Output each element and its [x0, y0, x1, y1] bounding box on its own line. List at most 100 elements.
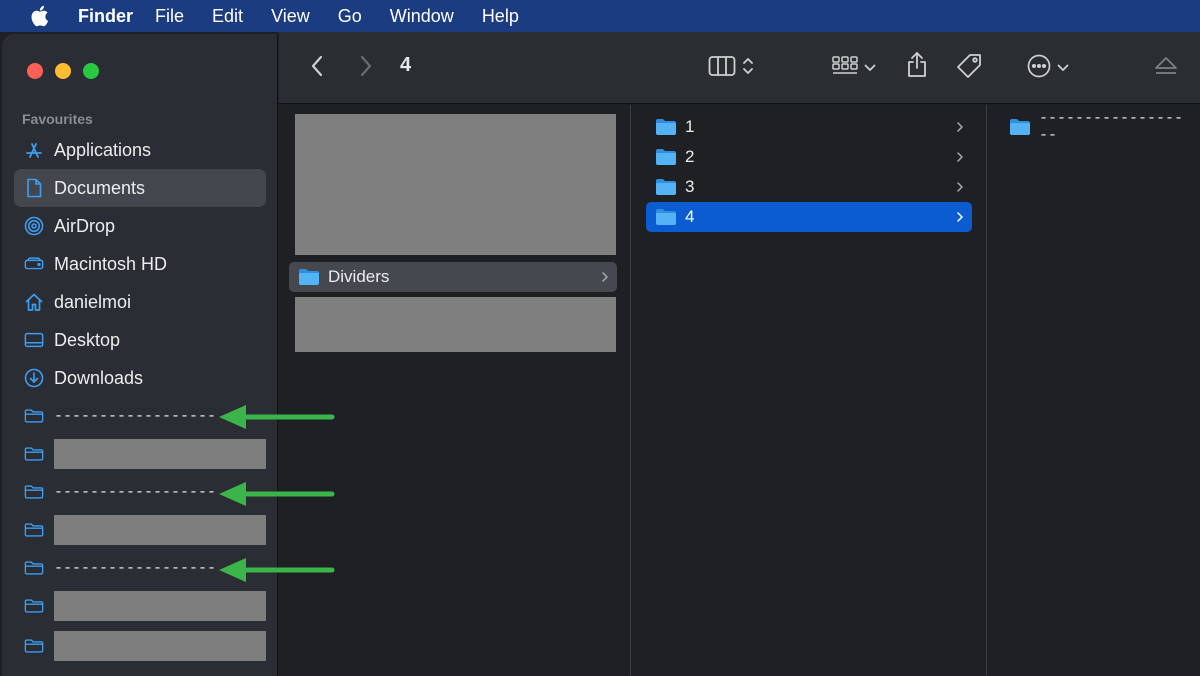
folder-icon [655, 118, 677, 136]
sidebar-item-label: ------------------ [54, 483, 217, 501]
more-actions-button[interactable] [1023, 54, 1073, 82]
applications-icon [24, 140, 44, 160]
sidebar-item-downloads[interactable]: Downloads [14, 359, 266, 397]
folder-row-dividers[interactable]: Dividers [289, 262, 617, 292]
menu-file[interactable]: File [155, 0, 198, 32]
folder-icon [24, 558, 44, 578]
sidebar-item-redacted[interactable] [14, 511, 266, 549]
ellipsis-circle-icon [1027, 54, 1051, 83]
chevron-right-icon [601, 269, 609, 289]
folder-label: ------------------ [1039, 110, 1184, 144]
sidebar-item-redacted[interactable] [14, 587, 266, 625]
toolbar: 4 [279, 32, 1200, 104]
window-title: 4 [400, 54, 412, 76]
group-button[interactable] [829, 54, 879, 82]
sidebar-item-label: ------------------ [54, 559, 217, 577]
sidebar-item-redacted[interactable] [14, 627, 266, 665]
annotation-arrow-3 [219, 558, 335, 582]
sidebar-item-label: Downloads [54, 367, 144, 388]
close-window-button[interactable] [27, 63, 43, 79]
redacted-label [54, 439, 266, 469]
chevron-right-icon [956, 149, 964, 169]
folder-icon [655, 178, 677, 196]
sidebar-item-label: danielmoi [54, 291, 132, 312]
menu-bar: Finder File Edit View Go Window Help [0, 0, 1200, 32]
sidebar-item-label: ------------------ [54, 407, 217, 425]
sidebar-item-label: Documents [54, 177, 146, 198]
chevron-down-icon [1057, 59, 1069, 77]
sidebar-item-desktop[interactable]: Desktop [14, 321, 266, 359]
folder-icon [1009, 118, 1031, 136]
browser-column-2: 1 2 3 4 [632, 105, 987, 676]
folder-row-2[interactable]: 2 [646, 142, 972, 172]
menu-view[interactable]: View [257, 0, 324, 32]
menu-window[interactable]: Window [376, 0, 468, 32]
folder-row-1[interactable]: 1 [646, 112, 972, 142]
sidebar-item-documents[interactable]: Documents [14, 169, 266, 207]
folder-icon [655, 208, 677, 226]
redacted-label [54, 631, 266, 661]
home-icon [24, 292, 44, 312]
folder-icon [24, 520, 44, 540]
annotation-arrow-2 [219, 482, 335, 506]
menu-edit[interactable]: Edit [198, 0, 257, 32]
folder-label: Dividers [328, 267, 390, 286]
folder-icon [24, 636, 44, 656]
sidebar-item-label: Applications [54, 139, 152, 160]
view-mode-button[interactable] [703, 54, 759, 82]
sidebar-item-applications[interactable]: Applications [14, 131, 266, 169]
folder-icon [298, 268, 320, 286]
sidebar-item-label: Desktop [54, 329, 121, 350]
back-button[interactable] [305, 55, 329, 82]
sidebar-item-redacted[interactable] [14, 435, 266, 473]
chevron-right-icon [359, 55, 373, 82]
column-view-icon [708, 55, 736, 82]
folder-icon [24, 482, 44, 502]
menu-go[interactable]: Go [324, 0, 376, 32]
chevron-right-icon [956, 119, 964, 139]
hard-drive-icon [24, 254, 44, 274]
share-icon [906, 51, 928, 84]
folder-label: 2 [685, 147, 695, 166]
chevron-right-icon [956, 209, 964, 229]
airdrop-icon [24, 216, 44, 236]
folder-icon [24, 406, 44, 426]
folder-row-divider[interactable]: ------------------ [1000, 110, 1190, 144]
tag-icon [955, 52, 983, 85]
redacted-region [295, 114, 616, 255]
redacted-label [54, 515, 266, 545]
chevron-down-icon [864, 59, 876, 77]
eject-button[interactable] [1153, 56, 1179, 80]
group-grid-icon [832, 55, 858, 82]
download-icon [24, 368, 44, 388]
share-button[interactable] [903, 51, 931, 84]
sidebar-item-label: Macintosh HD [54, 253, 168, 274]
chevron-right-icon [956, 179, 964, 199]
folder-icon [24, 596, 44, 616]
folder-label: 3 [685, 177, 695, 196]
menu-help[interactable]: Help [468, 0, 533, 32]
chevron-left-icon [310, 55, 324, 82]
folder-row-4[interactable]: 4 [646, 202, 972, 232]
finder-window: Favourites Applications Documents AirDro… [0, 32, 1200, 676]
zoom-window-button[interactable] [83, 63, 99, 79]
folder-row-3[interactable]: 3 [646, 172, 972, 202]
desktop-icon [24, 330, 44, 350]
folder-icon [655, 148, 677, 166]
sidebar-section-favourites: Favourites [22, 111, 93, 127]
tag-button[interactable] [953, 52, 985, 84]
folder-label: 4 [685, 207, 695, 226]
forward-button[interactable] [354, 55, 378, 82]
sidebar-item-label: AirDrop [54, 215, 116, 236]
sidebar-item-airdrop[interactable]: AirDrop [14, 207, 266, 245]
sidebar-item-macintosh-hd[interactable]: Macintosh HD [14, 245, 266, 283]
apple-icon[interactable] [0, 0, 78, 32]
minimize-window-button[interactable] [55, 63, 71, 79]
folder-label: 1 [685, 117, 695, 136]
eject-icon [1154, 56, 1178, 81]
browser-column-3: ------------------ [988, 105, 1200, 676]
menu-finder[interactable]: Finder [78, 0, 155, 32]
sidebar-item-home[interactable]: danielmoi [14, 283, 266, 321]
folder-icon [24, 444, 44, 464]
annotation-arrow-1 [219, 405, 335, 429]
